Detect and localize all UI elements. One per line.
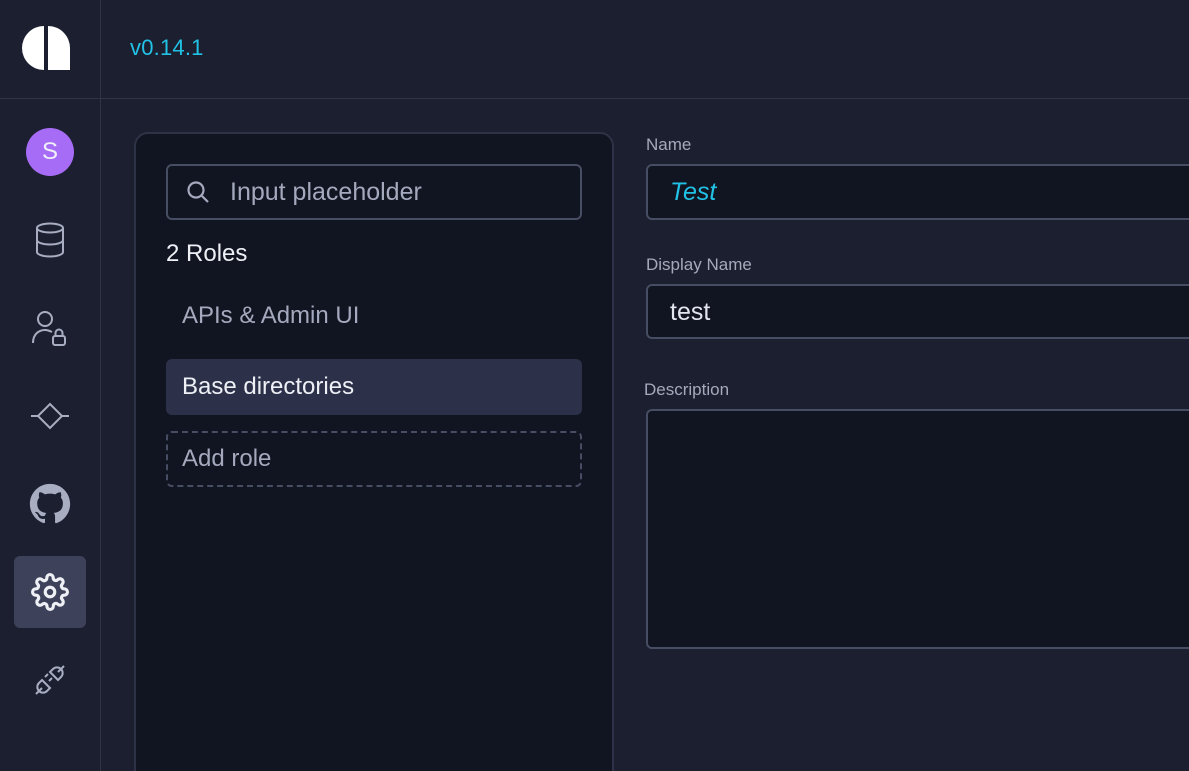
user-lock-icon [32,311,66,346]
nav-connections[interactable] [14,644,86,716]
name-value: Test [670,178,717,206]
display-name-field[interactable]: test [646,284,1189,339]
name-field[interactable]: Test [646,164,1189,220]
database-icon [36,222,64,258]
sidebar-divider [0,98,101,99]
nav-databases[interactable] [14,204,86,276]
description-field[interactable] [646,409,1189,649]
add-role-button[interactable]: Add role [166,431,582,487]
version-label: v0.14.1 [130,35,204,60]
github-icon [29,483,71,524]
display-name-label: Display Name [646,255,752,274]
avatar: S [26,128,74,176]
search-icon [187,181,209,203]
roles-panel: 2 Roles APIs & Admin UI Base directories… [134,132,614,771]
role-item-apis-admin-ui[interactable]: APIs & Admin UI [166,288,582,344]
diamond-arrows-icon [31,402,69,430]
role-search[interactable] [166,164,582,220]
nav-settings[interactable] [14,556,86,628]
sidebar: S [0,0,101,771]
user-avatar-nav[interactable]: S [14,116,86,188]
nav-user-roles[interactable] [14,292,86,364]
description-label: Description [644,380,730,399]
display-name-value: test [670,298,711,326]
nav-webhooks[interactable] [14,380,86,452]
roles-count: 2 Roles [166,240,248,267]
gear-icon [31,573,69,611]
plug-icon [35,665,65,695]
search-input[interactable] [230,166,570,218]
top-header: v0.14.1 [101,0,1189,99]
app-logo[interactable] [22,24,70,72]
name-label: Name [646,135,692,154]
role-item-base-directories[interactable]: Base directories [166,359,582,415]
nav-github[interactable] [14,468,86,540]
